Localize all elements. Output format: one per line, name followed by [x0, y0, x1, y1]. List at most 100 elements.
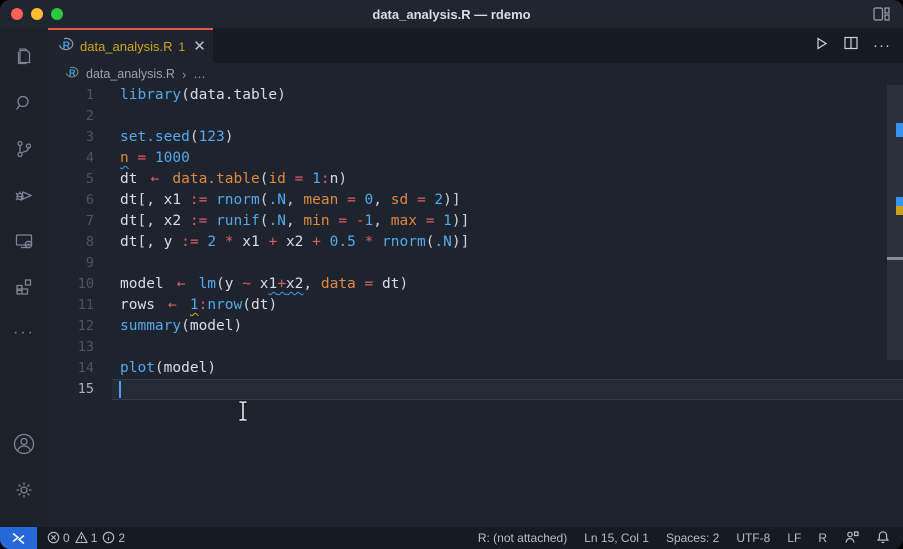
tab-problems-badge: 1 — [179, 40, 186, 54]
overview-warning-mark — [896, 206, 903, 215]
breadcrumb: R data_analysis.R › … — [48, 63, 903, 85]
line-number: 2 — [48, 106, 94, 127]
line-number: 3 — [48, 127, 94, 148]
feedback-icon[interactable] — [844, 530, 859, 547]
line-content: dt[, y := 2 * x1 + x2 + 0.5 * rnorm(.N)] — [94, 232, 469, 253]
overview-info-mark — [896, 123, 903, 137]
breadcrumb-file[interactable]: data_analysis.R — [86, 67, 175, 81]
line-number: 7 — [48, 211, 94, 232]
line-number: 15 — [48, 379, 94, 400]
code-line[interactable]: 3set.seed(123) — [48, 127, 903, 148]
split-editor-icon[interactable] — [844, 36, 858, 55]
code-line[interactable]: 14plot(model) — [48, 358, 903, 379]
code-line[interactable]: 12summary(model) — [48, 316, 903, 337]
breadcrumb-separator: › — [182, 67, 186, 82]
settings-gear-icon[interactable] — [0, 467, 48, 513]
run-and-debug-icon[interactable] — [0, 172, 48, 218]
line-number: 8 — [48, 232, 94, 253]
code-line[interactable]: 6dt[, x1 := rnorm(.N, mean = 0, sd = 2)] — [48, 190, 903, 211]
line-content — [94, 337, 120, 358]
cursor-position[interactable]: Ln 15, Col 1 — [584, 531, 649, 545]
status-bar: 0 1 2 R: (not attached) Ln 15, Col 1 Spa… — [0, 527, 903, 549]
code-line[interactable]: 9 — [48, 253, 903, 274]
info-icon — [102, 531, 115, 545]
code-line[interactable]: 15 — [48, 379, 903, 400]
line-number: 6 — [48, 190, 94, 211]
line-number: 14 — [48, 358, 94, 379]
vscode-window: data_analysis.R — rdemo — [0, 0, 903, 549]
language-mode[interactable]: R — [818, 531, 827, 545]
code-line[interactable]: 10model ← lm(y ~ x1+x2, data = dt) — [48, 274, 903, 295]
code-line[interactable]: 1library(data.table) — [48, 85, 903, 106]
search-icon[interactable] — [0, 80, 48, 126]
source-control-icon[interactable] — [0, 126, 48, 172]
more-actions-icon[interactable]: ··· — [873, 37, 891, 54]
line-content: library(data.table) — [94, 85, 286, 106]
line-number: 10 — [48, 274, 94, 295]
warning-count: 1 — [91, 531, 98, 545]
indentation-setting[interactable]: Spaces: 2 — [666, 531, 719, 545]
remote-indicator[interactable] — [0, 527, 37, 549]
line-number: 12 — [48, 316, 94, 337]
line-content: summary(model) — [94, 316, 242, 337]
code-line[interactable]: 8dt[, y := 2 * x1 + x2 + 0.5 * rnorm(.N)… — [48, 232, 903, 253]
line-number: 5 — [48, 169, 94, 190]
overview-info-mark — [896, 197, 903, 206]
error-icon — [47, 531, 60, 545]
line-number: 9 — [48, 253, 94, 274]
window-title: data_analysis.R — rdemo — [0, 7, 903, 22]
svg-text:R: R — [63, 39, 71, 51]
tab-data-analysis[interactable]: R data_analysis.R 1 ✕ — [48, 28, 213, 63]
notifications-bell-icon[interactable] — [876, 530, 890, 547]
breadcrumb-symbol-ellipsis[interactable]: … — [193, 67, 206, 81]
tab-label: data_analysis.R — [80, 39, 173, 54]
code-line[interactable]: 7dt[, x2 := runif(.N, min = -1, max = 1)… — [48, 211, 903, 232]
line-content — [94, 253, 120, 274]
explorer-icon[interactable] — [0, 34, 48, 80]
title-bar: data_analysis.R — rdemo — [0, 0, 903, 28]
code-lines: 1library(data.table)23set.seed(123)4n = … — [48, 85, 903, 400]
r-language-icon: R — [58, 37, 74, 57]
code-line[interactable]: 2 — [48, 106, 903, 127]
line-content: rows ← 1:nrow(dt) — [94, 295, 277, 316]
minimize-window-button[interactable] — [31, 8, 43, 20]
extensions-icon[interactable] — [0, 264, 48, 310]
line-content: dt[, x2 := runif(.N, min = -1, max = 1)] — [94, 211, 469, 232]
close-window-button[interactable] — [11, 8, 23, 20]
line-content: dt[, x1 := rnorm(.N, mean = 0, sd = 2)] — [94, 190, 461, 211]
eol-setting[interactable]: LF — [787, 531, 801, 545]
tab-close-icon[interactable]: ✕ — [193, 39, 206, 54]
editor-scrollbar[interactable] — [887, 85, 903, 527]
r-session-status[interactable]: R: (not attached) — [478, 531, 567, 545]
zoom-window-button[interactable] — [51, 8, 63, 20]
r-language-icon: R — [65, 66, 79, 82]
code-line[interactable]: 11rows ← 1:nrow(dt) — [48, 295, 903, 316]
line-content — [94, 106, 120, 127]
code-line[interactable]: 4n = 1000 — [48, 148, 903, 169]
accounts-icon[interactable] — [0, 421, 48, 467]
line-content: plot(model) — [94, 358, 216, 379]
error-count: 0 — [63, 531, 70, 545]
encoding-setting[interactable]: UTF-8 — [736, 531, 770, 545]
activity-bar: ··· — [0, 28, 48, 527]
ibeam-mouse-cursor — [236, 399, 250, 427]
customize-layout-icon[interactable] — [873, 7, 890, 26]
traffic-lights — [0, 8, 63, 20]
line-content: model ← lm(y ~ x1+x2, data = dt) — [94, 274, 408, 295]
line-number: 4 — [48, 148, 94, 169]
code-line[interactable]: 5dt ← data.table(id = 1:n) — [48, 169, 903, 190]
line-number: 11 — [48, 295, 94, 316]
svg-text:R: R — [69, 68, 76, 78]
line-number: 13 — [48, 337, 94, 358]
run-file-icon[interactable] — [814, 36, 829, 56]
line-content — [94, 379, 120, 400]
text-caret — [119, 381, 121, 398]
overview-cursor-mark — [887, 257, 903, 260]
warning-icon — [75, 531, 88, 545]
info-count: 2 — [118, 531, 125, 545]
code-editor[interactable]: 1library(data.table)23set.seed(123)4n = … — [48, 85, 903, 527]
additional-views-icon[interactable]: ··· — [0, 310, 48, 356]
code-line[interactable]: 13 — [48, 337, 903, 358]
remote-explorer-icon[interactable] — [0, 218, 48, 264]
problems-summary[interactable]: 0 1 2 — [47, 531, 125, 545]
